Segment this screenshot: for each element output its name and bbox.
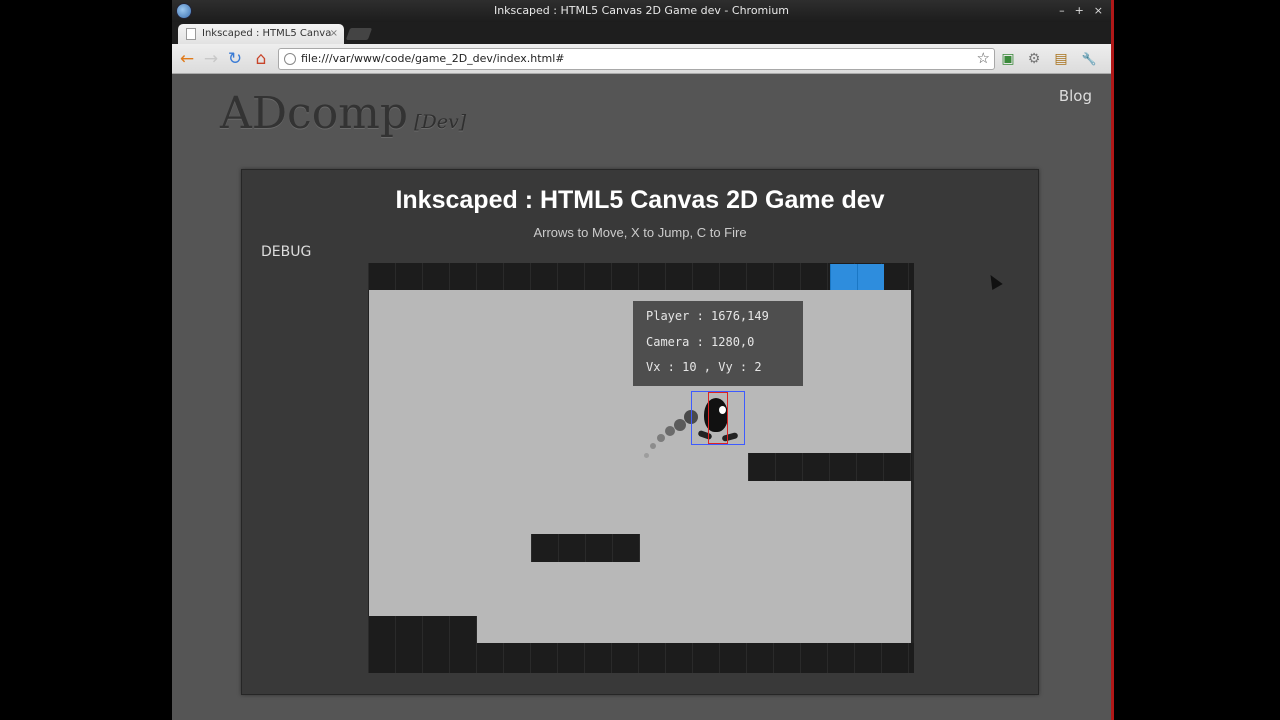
brand-name: ADcomp bbox=[220, 88, 409, 139]
window-title: Inkscaped : HTML5 Canvas 2D Game dev - C… bbox=[493, 4, 790, 17]
translate-extension-icon[interactable]: ▣ bbox=[999, 50, 1017, 68]
tab-active[interactable]: Inkscaped : HTML5 Canva × bbox=[178, 24, 344, 44]
tab-strip: Inkscaped : HTML5 Canva × bbox=[172, 22, 1111, 44]
game-panel: Inkscaped : HTML5 Canvas 2D Game dev Arr… bbox=[241, 169, 1039, 695]
back-arrow-icon[interactable]: ← bbox=[177, 49, 197, 69]
platform-middle bbox=[531, 534, 640, 562]
game-title: Inkscaped : HTML5 Canvas 2D Game dev bbox=[395, 186, 885, 214]
close-window-button[interactable]: × bbox=[1094, 0, 1103, 22]
new-tab-button[interactable] bbox=[345, 28, 373, 40]
bookmark-star-icon[interactable]: ☆ bbox=[977, 48, 990, 68]
debug-velocity: Vx : 10 , Vy : 2 bbox=[646, 360, 762, 374]
jump-trail-dot bbox=[657, 434, 665, 442]
address-bar[interactable]: file:///var/www/code/game_2D_dev/index.h… bbox=[278, 48, 995, 70]
window-controls: – + × bbox=[1059, 0, 1103, 22]
box-extension-icon[interactable]: ▤ bbox=[1052, 50, 1070, 68]
tab-close-icon[interactable]: × bbox=[330, 24, 338, 44]
title-bar: Inkscaped : HTML5 Canvas 2D Game dev - C… bbox=[172, 0, 1111, 22]
game-instructions: Arrows to Move, X to Jump, C to Fire bbox=[533, 225, 747, 240]
ground-step bbox=[368, 616, 477, 643]
maximize-button[interactable]: + bbox=[1075, 0, 1084, 22]
tab-label: Inkscaped : HTML5 Canva bbox=[202, 28, 332, 39]
wrench-menu-icon[interactable]: 🔧 bbox=[1080, 50, 1098, 68]
page-content: ADcomp [Dev] Blog Inkscaped : HTML5 Canva… bbox=[172, 74, 1111, 720]
brand-tag: [Dev] bbox=[414, 111, 467, 133]
chromium-app-icon bbox=[176, 3, 192, 19]
debug-player-position: Player : 1676,149 bbox=[646, 309, 769, 323]
floor-tiles bbox=[368, 643, 914, 673]
debug-camera-position: Camera : 1280,0 bbox=[646, 334, 755, 349]
reload-icon[interactable]: ↻ bbox=[225, 49, 245, 69]
page-icon bbox=[186, 28, 196, 40]
jump-trail-dot bbox=[665, 426, 675, 436]
blog-link[interactable]: Blog bbox=[1059, 87, 1092, 105]
player-collision-box bbox=[708, 392, 728, 444]
jump-trail-dot bbox=[650, 443, 656, 449]
debug-overlay: Player : 1676,149 Camera : 1280,0 Vx : 1… bbox=[633, 301, 803, 386]
forward-arrow-icon[interactable]: → bbox=[201, 49, 221, 69]
jump-trail-dot bbox=[644, 453, 649, 458]
url-text: file:///var/www/code/game_2D_dev/index.h… bbox=[301, 52, 565, 65]
gear-extension-icon[interactable]: ⚙ bbox=[1025, 50, 1043, 68]
browser-toolbar: ← → ↻ ⌂ file:///var/www/code/game_2D_dev… bbox=[172, 44, 1111, 74]
jump-trail-dot bbox=[674, 419, 686, 431]
site-brand[interactable]: ADcomp [Dev] bbox=[220, 88, 466, 139]
home-icon[interactable]: ⌂ bbox=[251, 49, 271, 69]
game-canvas[interactable]: Player : 1676,149 Camera : 1280,0 Vx : 1… bbox=[368, 263, 914, 673]
player-hitbox bbox=[691, 391, 745, 445]
water-tiles bbox=[830, 264, 884, 290]
minimize-button[interactable]: – bbox=[1059, 0, 1065, 22]
platform-right bbox=[748, 453, 912, 481]
debug-toggle[interactable]: DEBUG bbox=[261, 244, 311, 260]
page-info-icon[interactable] bbox=[284, 53, 296, 65]
browser-window: Inkscaped : HTML5 Canvas 2D Game dev - C… bbox=[172, 0, 1114, 720]
